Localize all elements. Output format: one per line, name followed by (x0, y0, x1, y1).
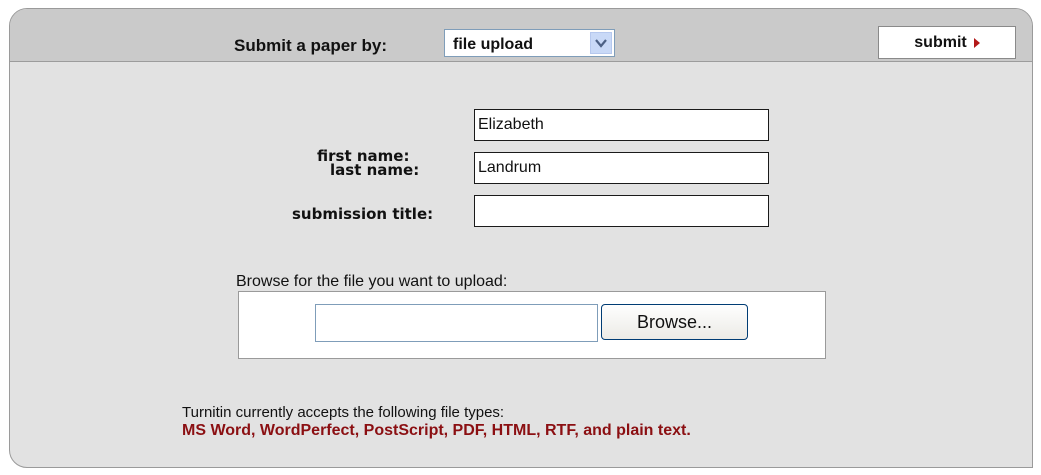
chevron-down-icon[interactable] (590, 32, 612, 54)
submission-header: Submit a paper by: file upload submit (10, 9, 1032, 62)
browse-button[interactable]: Browse... (601, 304, 748, 340)
file-types-intro: Turnitin currently accepts the following… (182, 404, 505, 421)
submission-panel: Submit a paper by: file upload submit fi… (9, 8, 1033, 468)
play-arrow-icon (973, 37, 980, 48)
file-path-input[interactable] (315, 304, 598, 342)
submit-button[interactable]: submit (878, 26, 1016, 59)
submission-method-value: file upload (453, 36, 533, 53)
submission-method-select[interactable]: file upload (444, 29, 615, 57)
last-name-field[interactable]: Landrum (474, 152, 769, 184)
file-types-list: MS Word, WordPerfect, PostScript, PDF, H… (182, 422, 691, 439)
browse-prompt: Browse for the file you want to upload: (236, 273, 508, 290)
last-name-label: last name: (330, 161, 420, 179)
first-name-field[interactable]: Elizabeth (474, 109, 769, 141)
submission-title-field[interactable] (474, 195, 769, 227)
file-upload-box: Browse... (238, 291, 826, 359)
submission-title-label: submission title: (292, 205, 434, 223)
submit-button-label: submit (914, 33, 967, 51)
submit-by-label: Submit a paper by: (234, 36, 388, 55)
